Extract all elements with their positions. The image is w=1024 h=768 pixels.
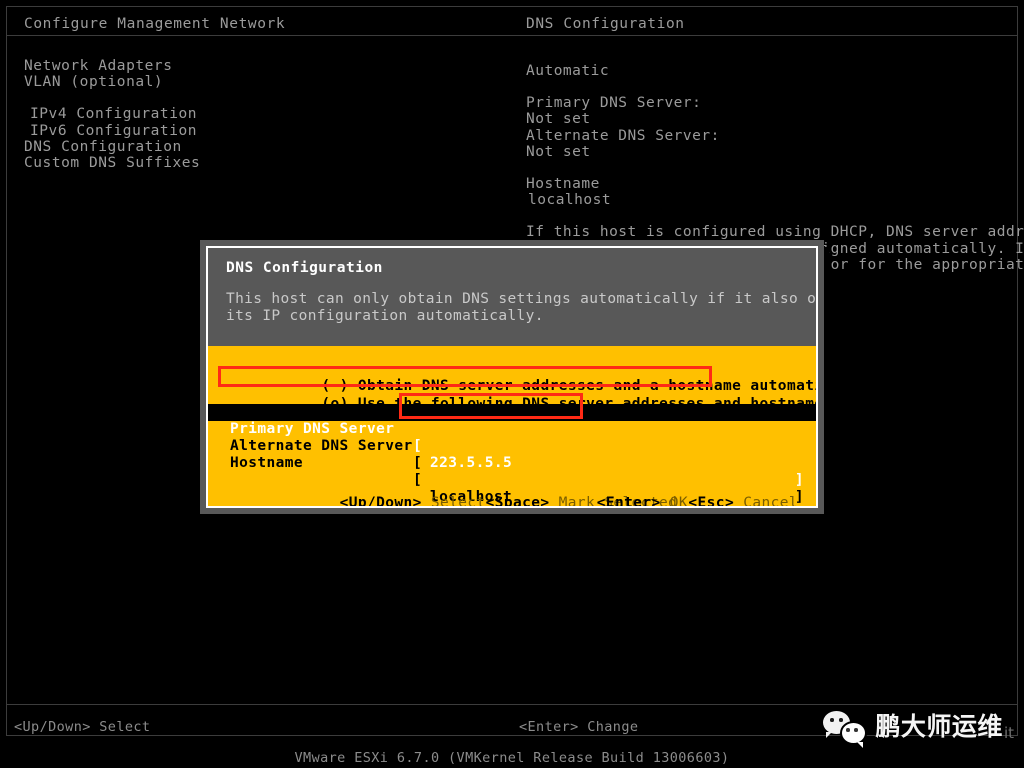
field-label-hostname: Hostname	[230, 455, 304, 471]
hostname-value: localhost	[528, 192, 612, 209]
settings-menu: Network Adapters VLAN (optional) IPv4 Co…	[24, 58, 484, 171]
watermark-suffix: it	[1003, 724, 1014, 742]
dns-mode-value: Automatic	[526, 63, 610, 79]
status-hint-up-down: <Up/Down> Select	[14, 719, 151, 735]
watermark-text: 鹏大师运维	[875, 711, 1003, 741]
primary-dns-input[interactable]: 223.5.5.5	[430, 455, 512, 472]
dialog-header: DNS Configuration This host can only obt…	[208, 248, 816, 346]
field-row-primary-dns[interactable]: Primary DNS Server [ 223.5.5.5 ]	[208, 404, 816, 488]
dialog-body: ( ) Obtain DNS server addresses and a ho…	[208, 346, 816, 506]
alternate-dns-value: Not set	[526, 143, 591, 160]
header-divider	[7, 35, 1017, 36]
field-bracket-open-alternate: [	[413, 455, 423, 471]
dns-field-list: Primary DNS Server [ 223.5.5.5 ] Alterna…	[208, 404, 816, 505]
details-spacer	[526, 79, 1012, 95]
sidebar-item-vlan[interactable]: VLAN (optional)	[24, 74, 484, 90]
dcui-screen: Configure Management Network DNS Configu…	[0, 0, 1024, 768]
version-string: VMware ESXi 6.7.0 (VMKernel Release Buil…	[294, 750, 730, 766]
help-text-line-1: If this host is configured using DHCP, D…	[526, 224, 1024, 241]
status-bar-divider	[7, 704, 1017, 705]
key-label-esc: <Esc>	[688, 495, 735, 508]
sidebar-item-dns-configuration[interactable]: DNS Configuration	[24, 139, 484, 155]
dialog-inner-border: DNS Configuration This host can only obt…	[206, 246, 818, 508]
primary-dns-label: Primary DNS Server:	[526, 95, 702, 112]
key-hint-esc[interactable]: <Esc> Cancel	[579, 476, 798, 508]
sidebar-item-ipv4-configuration[interactable]: IPv4 Configuration	[24, 106, 484, 122]
dialog-description-line-2: its IP configuration automatically.	[226, 308, 544, 324]
details-spacer	[526, 208, 1012, 224]
dialog-key-hints: <Up/Down> Select <Space> Mark Selected <…	[208, 476, 816, 506]
sidebar-item-custom-dns-suffixes[interactable]: Custom DNS Suffixes	[24, 155, 484, 171]
alternate-dns-label: Alternate DNS Server:	[526, 127, 720, 144]
details-spacer	[526, 160, 1012, 176]
key-action-esc: Cancel	[734, 495, 798, 508]
field-row-alternate-dns[interactable]: Alternate DNS Server [ ]	[208, 421, 816, 505]
wechat-icon	[823, 710, 869, 748]
dialog-title: DNS Configuration	[226, 260, 383, 276]
dialog-description: This host can only obtain DNS settings a…	[226, 291, 816, 325]
page-title-left: Configure Management Network	[24, 16, 286, 32]
primary-dns-value: Not set	[526, 111, 591, 128]
watermark: 鹏大师运维 it	[823, 706, 1014, 748]
field-bracket-close-hostname: ]	[795, 506, 804, 508]
menu-spacer	[24, 90, 484, 106]
field-row-hostname[interactable]: Hostname [ localhost ]	[208, 438, 816, 505]
dns-configuration-dialog: DNS Configuration This host can only obt…	[200, 240, 824, 514]
dialog-description-line-1: This host can only obtain DNS settings a…	[226, 291, 818, 307]
page-title-right: DNS Configuration	[526, 16, 685, 32]
status-hint-enter: <Enter> Change	[519, 719, 639, 735]
sidebar-item-ipv6-configuration[interactable]: IPv6 Configuration	[24, 123, 484, 139]
sidebar-item-network-adapters[interactable]: Network Adapters	[24, 58, 484, 74]
hostname-label: Hostname	[526, 176, 600, 193]
